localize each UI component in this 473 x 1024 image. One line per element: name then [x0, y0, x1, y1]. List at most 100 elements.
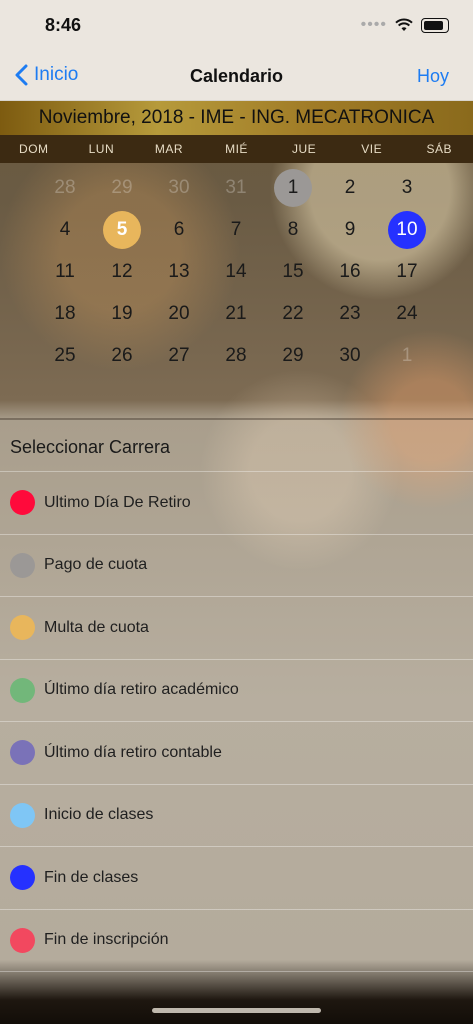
day-number: 6 — [173, 219, 185, 240]
navigation-bar: Inicio Calendario Hoy — [0, 50, 473, 101]
day-number: 22 — [282, 303, 304, 324]
day-number: 17 — [396, 261, 418, 282]
day-number: 20 — [168, 303, 190, 324]
calendar-day[interactable]: 30 — [322, 335, 379, 377]
legend-label: Multa de cuota — [44, 618, 149, 636]
legend-label: Último día retiro contable — [44, 743, 222, 761]
day-number: 31 — [225, 177, 247, 198]
calendar-day[interactable]: 6 — [151, 209, 208, 251]
calendar-day[interactable]: 3 — [379, 167, 436, 209]
day-number: 4 — [59, 219, 71, 240]
calendar-week: 18 19 20 21 22 23 24 — [0, 293, 473, 335]
day-number: 9 — [344, 219, 356, 240]
legend-item[interactable]: Último día retiro académico — [0, 658, 473, 722]
calendar-day[interactable]: 28 — [37, 167, 94, 209]
color-dot-icon — [10, 615, 35, 641]
calendar-day[interactable]: 15 — [265, 251, 322, 293]
legend-item[interactable]: Fin de inscripción — [0, 908, 473, 972]
day-number: 30 — [339, 345, 361, 366]
day-number: 24 — [396, 303, 418, 324]
calendar-grid: 28 29 30 31 1 2 3 4 5 6 7 8 9 10 11 12 13 14 15 16 17 18 19 20 2… — [0, 167, 473, 377]
calendar-day-today[interactable]: 5 — [94, 209, 151, 251]
day-number: 16 — [339, 261, 361, 282]
day-number: 30 — [168, 177, 190, 198]
day-number: 26 — [111, 345, 133, 366]
page-title: Calendario — [189, 66, 284, 86]
weekday-label: MIÉ — [225, 142, 248, 156]
today-button[interactable]: Hoy — [417, 66, 449, 87]
calendar-day[interactable]: 11 — [37, 251, 94, 293]
legend-item[interactable]: Ultimo Día De Retiro — [0, 471, 473, 534]
calendar-week: 28 29 30 31 1 2 3 — [0, 167, 473, 209]
calendar-day[interactable]: 7 — [208, 209, 265, 251]
day-number: 13 — [168, 261, 190, 282]
color-dot-icon — [10, 490, 35, 516]
weekday-label: LUN — [88, 142, 115, 156]
calendar-day[interactable]: 1 — [379, 335, 436, 377]
legend-item[interactable]: Inicio de clases — [0, 783, 473, 847]
day-number: 29 — [282, 345, 304, 366]
calendar-day[interactable]: 28 — [208, 335, 265, 377]
month-header: Noviembre, 2018 - IME - ING. MECATRONICA — [0, 101, 473, 135]
calendar-day[interactable]: 26 — [94, 335, 151, 377]
weekday-label: VIE — [361, 142, 383, 156]
legend-label: Inicio de clases — [44, 806, 154, 824]
legend-label: Pago de cuota — [44, 556, 148, 574]
calendar-day[interactable]: 22 — [265, 293, 322, 335]
calendar-day[interactable]: 20 — [151, 293, 208, 335]
color-dot-icon — [10, 740, 35, 766]
calendar-day[interactable]: 21 — [208, 293, 265, 335]
calendar-day[interactable]: 16 — [322, 251, 379, 293]
color-dot-icon — [10, 802, 35, 828]
day-number: 3 — [401, 177, 413, 198]
status-time: 8:46 — [45, 15, 82, 35]
legend-item[interactable]: Pago de cuota — [0, 533, 473, 597]
day-number: 1 — [401, 345, 413, 366]
wifi-icon — [395, 18, 413, 32]
weekday-row: DOM LUN MAR MIÉ JUE VIE SÁB — [0, 135, 473, 163]
calendar-day[interactable]: 4 — [37, 209, 94, 251]
calendar-week: 4 5 6 7 8 9 10 — [0, 209, 473, 251]
calendar-day[interactable]: 2 — [322, 167, 379, 209]
legend-item[interactable]: Multa de cuota — [0, 596, 473, 659]
calendar-day[interactable]: 30 — [151, 167, 208, 209]
day-number: 18 — [54, 303, 76, 324]
calendar-day[interactable]: 24 — [379, 293, 436, 335]
day-number: 29 — [111, 177, 133, 198]
calendar-day[interactable]: 14 — [208, 251, 265, 293]
calendar-day[interactable]: 12 — [94, 251, 151, 293]
legend-item[interactable]: Fin de clases — [0, 846, 473, 909]
calendar-day-selected[interactable]: 10 — [379, 209, 436, 251]
status-icons: •••• — [361, 16, 449, 34]
calendar-day[interactable]: 13 — [151, 251, 208, 293]
calendar-day[interactable]: 23 — [322, 293, 379, 335]
weekday-label: MAR — [154, 142, 184, 156]
day-number: 2 — [344, 177, 356, 198]
day-number: 14 — [225, 261, 247, 282]
day-number: 7 — [230, 219, 242, 240]
signal-icon: •••• — [360, 16, 387, 33]
day-number: 11 — [55, 261, 75, 282]
calendar-day[interactable]: 18 — [37, 293, 94, 335]
day-number: 25 — [54, 345, 76, 366]
calendar-day[interactable]: 25 — [37, 335, 94, 377]
legend-item[interactable]: Último día retiro contable — [0, 721, 473, 784]
legend-label: Fin de clases — [44, 868, 139, 886]
color-dot-icon — [10, 552, 35, 578]
calendar-day[interactable]: 9 — [322, 209, 379, 251]
day-number: 8 — [287, 219, 299, 240]
status-bar: 8:46 •••• — [0, 0, 473, 50]
home-indicator — [152, 1008, 321, 1013]
calendar-day[interactable]: 31 — [208, 167, 265, 209]
day-number: 27 — [168, 345, 190, 366]
calendar-day[interactable]: 29 — [94, 167, 151, 209]
color-dot-icon — [10, 677, 35, 703]
color-dot-icon — [10, 865, 35, 891]
calendar-day[interactable]: 19 — [94, 293, 151, 335]
calendar-day[interactable]: 27 — [151, 335, 208, 377]
calendar-day[interactable]: 8 — [265, 209, 322, 251]
calendar-day[interactable]: 1 — [265, 167, 322, 209]
calendar-day[interactable]: 17 — [379, 251, 436, 293]
day-number: 19 — [111, 303, 133, 324]
calendar-day[interactable]: 29 — [265, 335, 322, 377]
